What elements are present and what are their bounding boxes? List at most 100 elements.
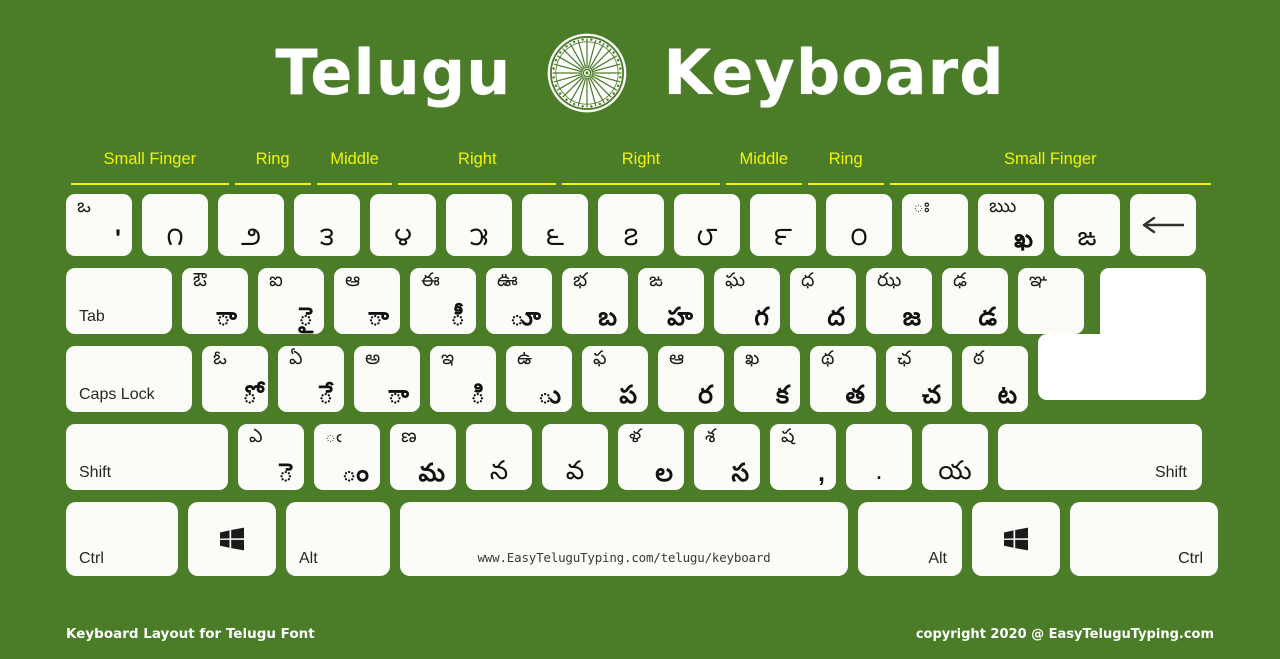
key-alt-right[interactable]: Alt (858, 502, 962, 576)
key-h[interactable]: ఫప (582, 346, 648, 412)
key-8[interactable]: ౮ (674, 194, 740, 256)
key-h-base-glyph: ప (619, 380, 637, 409)
key-9[interactable]: ౯ (750, 194, 816, 256)
key-p[interactable]: ఝజ (866, 268, 932, 334)
keyboard-row-home: Caps Lock ఓో ఏే అా ఇి ఉు ఫ ప ఆ ర ఖ క థ త ఛ చ ఠ ట (66, 268, 1216, 412)
footer-copyright: copyright 2020 @ EasyTeluguTyping.com (915, 626, 1214, 642)
key-d[interactable]: అా (354, 346, 420, 412)
key-semicolon-shift-glyph: ఛ (897, 348, 912, 369)
key-bracket-extra[interactable]: ఙ (1054, 194, 1120, 256)
key-k[interactable]: ఖక (734, 346, 800, 412)
key-v[interactable]: న (466, 424, 532, 490)
key-7[interactable]: ౭ (598, 194, 664, 256)
finger-guide-segment: Small Finger (68, 146, 232, 190)
key-win-left[interactable] (188, 502, 276, 576)
key-quote-shift-glyph: ఠ (973, 348, 985, 369)
key-b[interactable]: వ (542, 424, 608, 490)
key-w[interactable]: ఐై (258, 268, 324, 334)
key-win-right[interactable] (972, 502, 1060, 576)
key-6-glyph: ౬ (545, 221, 565, 252)
key-ctrl-right[interactable]: Ctrl (1070, 502, 1218, 576)
key-3[interactable]: ౩ (294, 194, 360, 256)
finger-guide-segment: Middle (723, 146, 805, 190)
ashoka-chakra-icon (545, 31, 629, 115)
key-a-shift-glyph: ఓ (213, 348, 227, 369)
key-capslock[interactable]: Caps Lock (66, 346, 192, 412)
footer-credit: Keyboard Layout for Telugu Font (66, 626, 315, 642)
key-r-shift-glyph: ఈ (421, 270, 440, 291)
key-bracketleft-base-glyph: డ (978, 302, 997, 331)
key-bracketleft-shift-glyph: ఢ (953, 270, 968, 291)
key-tab[interactable]: Tab (66, 268, 172, 334)
key-a[interactable]: ఓో (202, 346, 268, 412)
key-bracketleft[interactable]: ఢడ (942, 268, 1008, 334)
key-q[interactable]: ఔా (182, 268, 248, 334)
key-t[interactable]: ఊూ (486, 268, 552, 334)
key-backspace[interactable] (1130, 194, 1196, 256)
key-g[interactable]: ఉు (506, 346, 572, 412)
key-u-shift-glyph: ఙ (649, 270, 663, 291)
key-x-shift-glyph: ఁ (325, 426, 342, 447)
finger-guide-segment: Small Finger (887, 146, 1214, 190)
key-c[interactable]: ణమ (390, 424, 456, 490)
key-4[interactable]: ౪ (370, 194, 436, 256)
finger-guide-label: Right (621, 150, 661, 168)
keyboard-row-shift: Shift ఎెఁం ణ మ న వ ళ ల శ స ష,. య Shift (66, 424, 1216, 490)
key-quote-base-glyph: ట (997, 380, 1017, 409)
key-backquote[interactable]: ఒ ' (66, 194, 132, 256)
key-equal[interactable]: ఋఖ (978, 194, 1044, 256)
key-n-base-glyph: ల (655, 458, 673, 487)
enter-key-bottom[interactable] (1038, 334, 1206, 400)
key-shift-left[interactable]: Shift (66, 424, 228, 490)
key-slash[interactable]: య (922, 424, 988, 490)
key-1[interactable]: ౧ (142, 194, 208, 256)
key-ctrl-left[interactable]: Ctrl (66, 502, 178, 576)
key-s[interactable]: ఏే (278, 346, 344, 412)
key-m[interactable]: శస (694, 424, 760, 490)
key-z-shift-glyph: ఎ (249, 426, 263, 447)
enter-key-top[interactable] (1100, 268, 1206, 334)
key-0[interactable]: ౦ (826, 194, 892, 256)
key-j-shift-glyph: ఆ (669, 348, 685, 369)
key-minus[interactable]: ః (902, 194, 968, 256)
key-alt-left[interactable]: Alt (286, 502, 390, 576)
key-y[interactable]: భబ (562, 268, 628, 334)
key-u-base-glyph: హ (667, 302, 693, 331)
key-alt-left-label: Alt (299, 550, 318, 567)
key-x-base-glyph: ం (341, 458, 369, 487)
finger-guide-segment: Ring (805, 146, 887, 190)
key-period[interactable]: . (846, 424, 912, 490)
finger-guide-label: Ring (828, 150, 863, 168)
key-f[interactable]: ఇి (430, 346, 496, 412)
key-equal-shift-glyph: ఋ (989, 196, 1017, 217)
key-5[interactable]: ౫ (446, 194, 512, 256)
key-2[interactable]: ౨ (218, 194, 284, 256)
key-shift-right[interactable]: Shift (998, 424, 1202, 490)
key-comma[interactable]: ష, (770, 424, 836, 490)
key-l[interactable]: థత (810, 346, 876, 412)
key-e[interactable]: ఆా (334, 268, 400, 334)
key-enter[interactable] (1038, 268, 1206, 412)
key-6[interactable]: ౬ (522, 194, 588, 256)
finger-guide-segment: Right (395, 146, 559, 190)
key-semicolon[interactable]: ఛచ (886, 346, 952, 412)
finger-guide-segment: Middle (314, 146, 396, 190)
key-quote[interactable]: ఠట (962, 346, 1028, 412)
key-i[interactable]: ఘగ (714, 268, 780, 334)
key-j[interactable]: ఆర (658, 346, 724, 412)
page-title-right: Keyboard (663, 36, 1005, 109)
key-o[interactable]: ధద (790, 268, 856, 334)
key-n[interactable]: ళల (618, 424, 684, 490)
key-u[interactable]: ఙహ (638, 268, 704, 334)
key-equal-base-glyph: ఖ (1014, 224, 1033, 253)
key-x[interactable]: ఁం (314, 424, 380, 490)
key-z[interactable]: ఎె (238, 424, 304, 490)
key-shift-right-label: Shift (1154, 464, 1187, 481)
key-space[interactable]: www.EasyTeluguTyping.com/telugu/keyboard (400, 502, 848, 576)
key-n-shift-glyph: ళ (629, 426, 642, 447)
key-r[interactable]: ఈీ (410, 268, 476, 334)
key-ctrl-right-label: Ctrl (1178, 550, 1203, 567)
key-alt-right-label: Alt (928, 550, 947, 567)
key-q-shift-glyph: ఔ (193, 270, 207, 291)
key-tab-label: Tab (79, 308, 105, 325)
